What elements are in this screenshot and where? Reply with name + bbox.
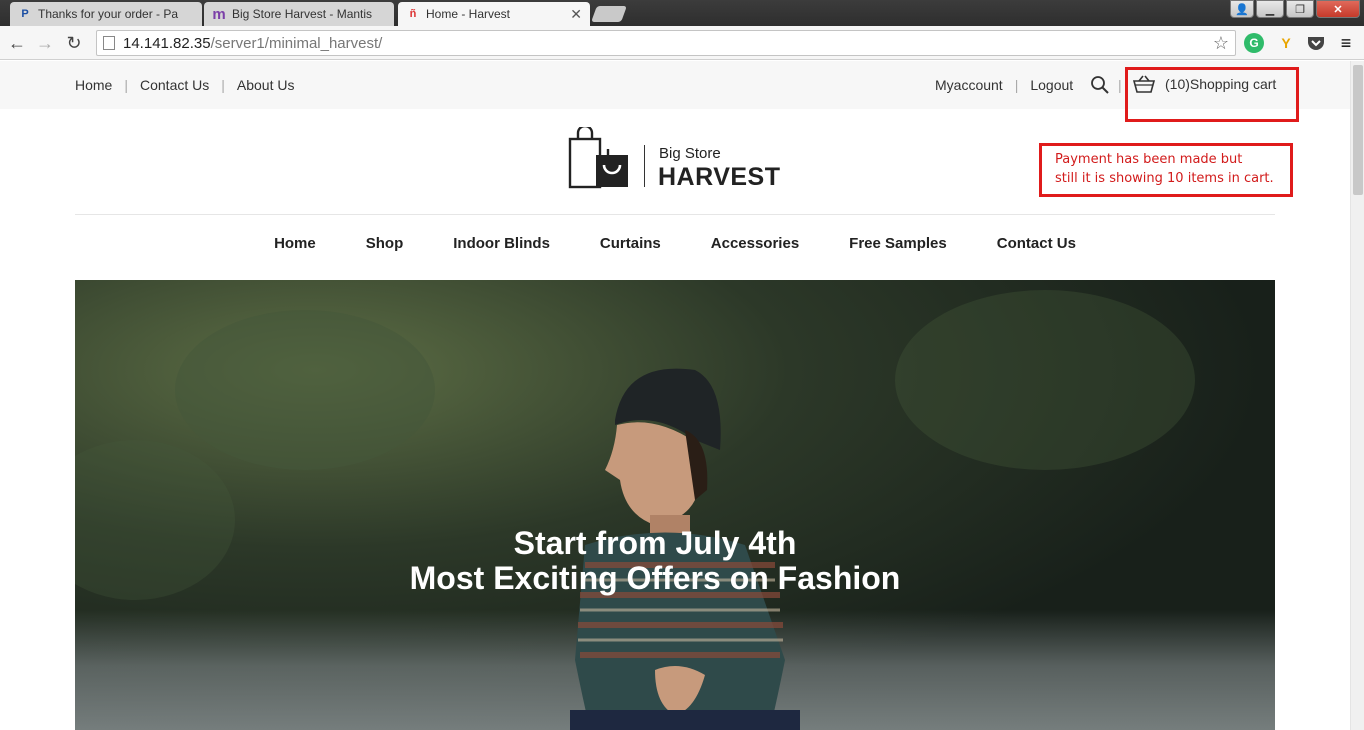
annotation-line-1: Payment has been made but — [1055, 152, 1243, 167]
hero-heading-line-2: Most Exciting Offers on Fashion — [409, 560, 901, 596]
logo-divider — [644, 145, 645, 187]
chrome-menu-icon[interactable]: ≡ — [1336, 33, 1356, 53]
browser-tab-harvest[interactable]: ñ Home - Harvest ✕ — [398, 2, 590, 26]
nav-item-home[interactable]: Home — [274, 235, 316, 252]
browser-toolbar: ← → ↻ 14.141.82.35/server1/minimal_harve… — [0, 26, 1364, 60]
top-link-logout[interactable]: Logout — [1030, 77, 1073, 93]
address-bar[interactable]: 14.141.82.35/server1/minimal_harvest/ ☆ — [96, 30, 1236, 56]
close-window-button[interactable]: ✕ — [1316, 0, 1360, 18]
shopping-bag-logo-icon[interactable] — [568, 127, 630, 189]
new-tab-button[interactable] — [591, 6, 627, 22]
pocket-extension-icon[interactable] — [1306, 33, 1326, 53]
nav-item-accessories[interactable]: Accessories — [711, 235, 799, 252]
top-link-myaccount[interactable]: Myaccount — [935, 77, 1003, 93]
tab-title: Big Store Harvest - Mantis — [232, 7, 373, 21]
url-path: /server1/minimal_harvest/ — [210, 34, 383, 52]
minimize-button[interactable]: ▁ — [1256, 0, 1284, 18]
close-tab-icon[interactable]: ✕ — [570, 6, 582, 23]
browser-tab-bar: P Thanks for your order - Pa m Big Store… — [0, 0, 1364, 26]
nav-item-curtains[interactable]: Curtains — [600, 235, 661, 252]
user-profile-icon[interactable]: 👤 — [1230, 0, 1254, 18]
foliage-shape — [895, 290, 1195, 470]
browser-tab-paypal[interactable]: P Thanks for your order - Pa — [10, 2, 202, 26]
top-link-about-us[interactable]: About Us — [237, 77, 295, 93]
bookmark-star-icon[interactable]: ☆ — [1213, 33, 1229, 54]
tab-title: Thanks for your order - Pa — [38, 7, 179, 21]
grammarly-extension-icon[interactable]: G — [1244, 33, 1264, 53]
logo-subtitle: Big Store — [659, 145, 721, 162]
hero-banner[interactable]: Start from July 4th Most Exciting Offers… — [75, 280, 1275, 730]
page-icon — [103, 36, 115, 50]
yoast-extension-icon[interactable]: Y — [1276, 33, 1296, 53]
web-page: Home | Contact Us | About Us Myaccount |… — [0, 61, 1350, 730]
logo-title: HARVEST — [658, 163, 781, 191]
window-controls: 👤 ▁ ❐ ✕ — [1230, 0, 1360, 18]
nav-item-free-samples[interactable]: Free Samples — [849, 235, 947, 252]
restore-button[interactable]: ❐ — [1286, 0, 1314, 18]
link-separator: | — [124, 77, 128, 93]
annotation-note: Payment has been made but still it is sh… — [1039, 143, 1293, 197]
back-icon[interactable]: ← — [6, 32, 28, 54]
nav-item-contact-us[interactable]: Contact Us — [997, 235, 1076, 252]
top-link-contact-us[interactable]: Contact Us — [140, 77, 209, 93]
mantis-icon: m — [212, 5, 226, 23]
harvest-icon: ñ — [409, 8, 417, 20]
paypal-icon: P — [21, 8, 29, 20]
hero-heading-line-1: Start from July 4th — [513, 525, 797, 561]
browser-tab-mantis[interactable]: m Big Store Harvest - Mantis — [204, 2, 394, 26]
nav-divider — [75, 214, 1275, 215]
reload-icon[interactable]: ↻ — [63, 32, 85, 54]
nav-item-indoor-blinds[interactable]: Indoor Blinds — [453, 235, 550, 252]
link-separator: | — [1014, 77, 1019, 93]
tab-title: Home - Harvest — [426, 7, 511, 21]
url-host: 14.141.82.35 — [123, 34, 211, 52]
top-right-links: Myaccount | Logout — [935, 77, 1073, 93]
scrollbar-thumb[interactable] — [1353, 65, 1363, 195]
nav-item-shop[interactable]: Shop — [366, 235, 404, 252]
annotation-line-2: still it is showing 10 items in cart. — [1055, 171, 1274, 186]
main-navigation: Home Shop Indoor Blinds Curtains Accesso… — [0, 235, 1350, 252]
page-scrollbar[interactable] — [1350, 61, 1364, 730]
link-separator: | — [221, 77, 225, 93]
top-left-links: Home | Contact Us | About Us — [75, 77, 294, 93]
annotation-cart-highlight-box — [1125, 67, 1299, 122]
link-separator: | — [1118, 77, 1122, 93]
search-icon[interactable] — [1090, 75, 1110, 95]
foliage-shape — [175, 310, 435, 470]
forward-icon[interactable]: → — [34, 32, 56, 54]
top-link-home[interactable]: Home — [75, 77, 112, 93]
